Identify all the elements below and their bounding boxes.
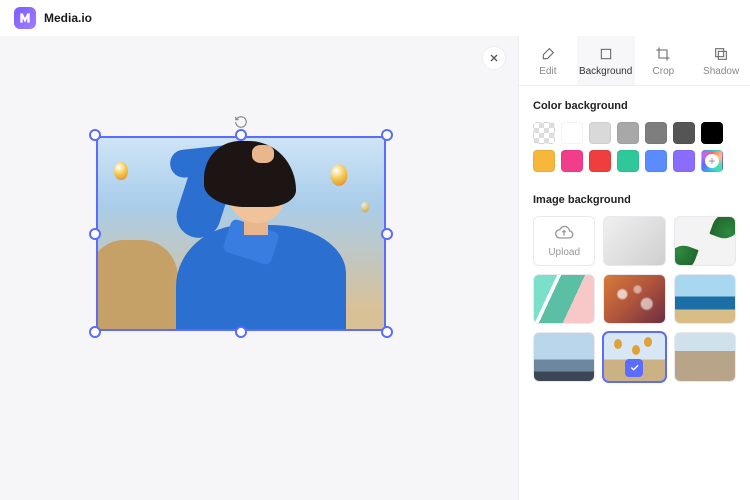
background-tile-bokeh[interactable] (603, 274, 665, 324)
background-tile-balloons[interactable] (603, 332, 665, 382)
crop-icon (635, 46, 693, 62)
color-swatch[interactable] (589, 122, 611, 144)
color-swatch[interactable] (645, 150, 667, 172)
check-icon (625, 359, 643, 377)
color-swatch[interactable] (561, 150, 583, 172)
selected-image[interactable] (96, 136, 386, 331)
resize-handle-s[interactable] (235, 326, 247, 338)
canvas-area (0, 36, 518, 500)
tab-edit[interactable]: Edit (519, 36, 577, 85)
color-swatch[interactable] (589, 150, 611, 172)
image-background-grid: Upload (519, 216, 750, 396)
color-swatch[interactable] (673, 122, 695, 144)
upload-label: Upload (548, 247, 580, 258)
upload-background-tile[interactable]: Upload (533, 216, 595, 266)
background-tile-leaf[interactable] (674, 216, 736, 266)
color-swatch-transparent[interactable] (533, 122, 555, 144)
image-frame[interactable] (96, 136, 386, 331)
background-tile-street[interactable] (674, 332, 736, 382)
close-button[interactable] (482, 46, 506, 70)
logo-icon (14, 7, 36, 29)
color-swatch[interactable] (645, 122, 667, 144)
resize-handle-se[interactable] (381, 326, 393, 338)
color-swatch[interactable] (617, 122, 639, 144)
resize-handle-w[interactable] (89, 228, 101, 240)
color-swatch[interactable] (617, 150, 639, 172)
app-header: Media.io (0, 0, 750, 36)
resize-handle-ne[interactable] (381, 129, 393, 141)
section-title-image: Image background (519, 180, 750, 216)
color-swatch[interactable] (561, 122, 583, 144)
shadow-icon (692, 46, 750, 62)
color-swatch[interactable] (673, 150, 695, 172)
resize-handle-sw[interactable] (89, 326, 101, 338)
section-title-color: Color background (519, 86, 750, 122)
color-swatch-row: + (519, 122, 750, 180)
color-swatch[interactable] (701, 122, 723, 144)
resize-handle-n[interactable] (235, 129, 247, 141)
color-swatch[interactable] (533, 150, 555, 172)
tab-crop[interactable]: Crop (635, 36, 693, 85)
background-tile-sea[interactable] (674, 274, 736, 324)
rotate-handle-icon[interactable] (233, 114, 249, 130)
tab-label: Crop (653, 66, 675, 77)
add-color-button[interactable]: + (701, 150, 723, 172)
upload-icon (554, 223, 574, 243)
background-tile-stripes[interactable] (533, 274, 595, 324)
background-tile-mtn[interactable] (533, 332, 595, 382)
sidebar-tabs: Edit Background Crop Shadow (519, 36, 750, 86)
tab-background[interactable]: Background (577, 36, 635, 85)
sidebar-panel: Edit Background Crop Shadow Color backgr… (518, 36, 750, 500)
resize-handle-e[interactable] (381, 228, 393, 240)
tab-label: Shadow (703, 66, 739, 77)
square-icon (577, 46, 635, 62)
tab-label: Background (579, 66, 632, 77)
background-tile-grey[interactable] (603, 216, 665, 266)
brush-icon (519, 46, 577, 62)
tab-shadow[interactable]: Shadow (692, 36, 750, 85)
tab-label: Edit (539, 66, 556, 77)
resize-handle-nw[interactable] (89, 129, 101, 141)
brand-name: Media.io (44, 11, 92, 25)
